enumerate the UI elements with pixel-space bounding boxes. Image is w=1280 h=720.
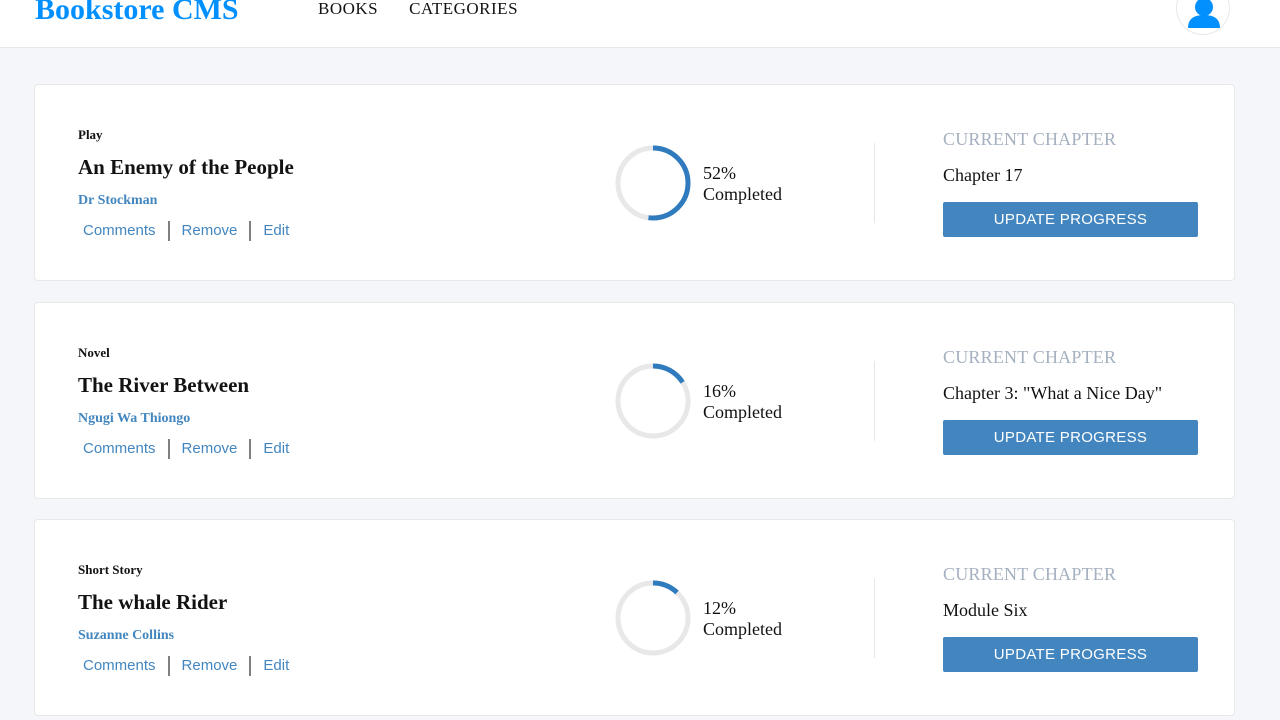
- action-divider: [249, 656, 252, 676]
- book-genre: Novel: [78, 345, 110, 360]
- action-divider: [167, 439, 170, 459]
- edit-button[interactable]: Edit: [263, 439, 289, 459]
- edit-button[interactable]: Edit: [263, 656, 289, 676]
- progress-text: 52% Completed: [703, 163, 782, 205]
- comments-button[interactable]: Comments: [83, 221, 156, 241]
- progress-text: 12% Completed: [703, 598, 782, 640]
- nav-categories[interactable]: CATEGORIES: [409, 0, 518, 21]
- main-nav: BOOKS CATEGORIES: [318, 0, 518, 21]
- current-chapter-heading: CURRENT CHAPTER: [943, 129, 1117, 149]
- update-progress-button[interactable]: UPDATE PROGRESS: [943, 420, 1198, 455]
- progress-ring: [613, 143, 693, 223]
- user-icon: [1188, 0, 1220, 28]
- action-divider: [249, 439, 252, 459]
- book-title: The whale Rider: [78, 590, 228, 614]
- app-logo[interactable]: Bookstore CMS: [35, 0, 239, 32]
- current-chapter-heading: CURRENT CHAPTER: [943, 347, 1117, 367]
- progress-completed-label: Completed: [703, 619, 782, 639]
- book-actions: Comments Remove Edit: [83, 656, 289, 676]
- progress-ring: [613, 578, 693, 658]
- progress-completed-label: Completed: [703, 184, 782, 204]
- book-actions: Comments Remove Edit: [83, 221, 289, 241]
- update-progress-button[interactable]: UPDATE PROGRESS: [943, 637, 1198, 672]
- vertical-divider: [874, 361, 875, 441]
- progress-percent: 12%: [703, 598, 736, 618]
- book-actions: Comments Remove Edit: [83, 439, 289, 459]
- comments-button[interactable]: Comments: [83, 656, 156, 676]
- current-chapter-heading: CURRENT CHAPTER: [943, 564, 1117, 584]
- progress-text: 16% Completed: [703, 381, 782, 423]
- book-title: An Enemy of the People: [78, 155, 294, 179]
- remove-button[interactable]: Remove: [182, 221, 238, 241]
- book-card: Short Story The whale Rider Suzanne Coll…: [34, 519, 1235, 716]
- progress-ring: [613, 361, 693, 441]
- current-chapter-name: Module Six: [943, 600, 1028, 620]
- book-genre: Play: [78, 127, 103, 142]
- book-card: Novel The River Between Ngugi Wa Thiongo…: [34, 302, 1235, 499]
- book-author[interactable]: Ngugi Wa Thiongo: [78, 411, 190, 427]
- action-divider: [167, 656, 170, 676]
- user-avatar-button[interactable]: [1176, 0, 1230, 35]
- update-progress-button[interactable]: UPDATE PROGRESS: [943, 202, 1198, 237]
- remove-button[interactable]: Remove: [182, 439, 238, 459]
- action-divider: [167, 221, 170, 241]
- progress-percent: 16%: [703, 381, 736, 401]
- remove-button[interactable]: Remove: [182, 656, 238, 676]
- book-author[interactable]: Suzanne Collins: [78, 628, 174, 644]
- book-title: The River Between: [78, 373, 250, 397]
- book-card: Play An Enemy of the People Dr Stockman …: [34, 84, 1235, 281]
- vertical-divider: [874, 578, 875, 658]
- current-chapter-name: Chapter 3: "What a Nice Day": [943, 383, 1163, 403]
- book-author[interactable]: Dr Stockman: [78, 193, 157, 209]
- progress-percent: 52%: [703, 163, 736, 183]
- progress-completed-label: Completed: [703, 402, 782, 422]
- edit-button[interactable]: Edit: [263, 221, 289, 241]
- comments-button[interactable]: Comments: [83, 439, 156, 459]
- progress-track: [615, 580, 691, 656]
- nav-books[interactable]: BOOKS: [318, 0, 378, 21]
- book-genre: Short Story: [78, 562, 143, 577]
- action-divider: [249, 221, 252, 241]
- app-header: Bookstore CMS BOOKS CATEGORIES: [0, 0, 1280, 48]
- vertical-divider: [874, 143, 875, 223]
- current-chapter-name: Chapter 17: [943, 165, 1023, 185]
